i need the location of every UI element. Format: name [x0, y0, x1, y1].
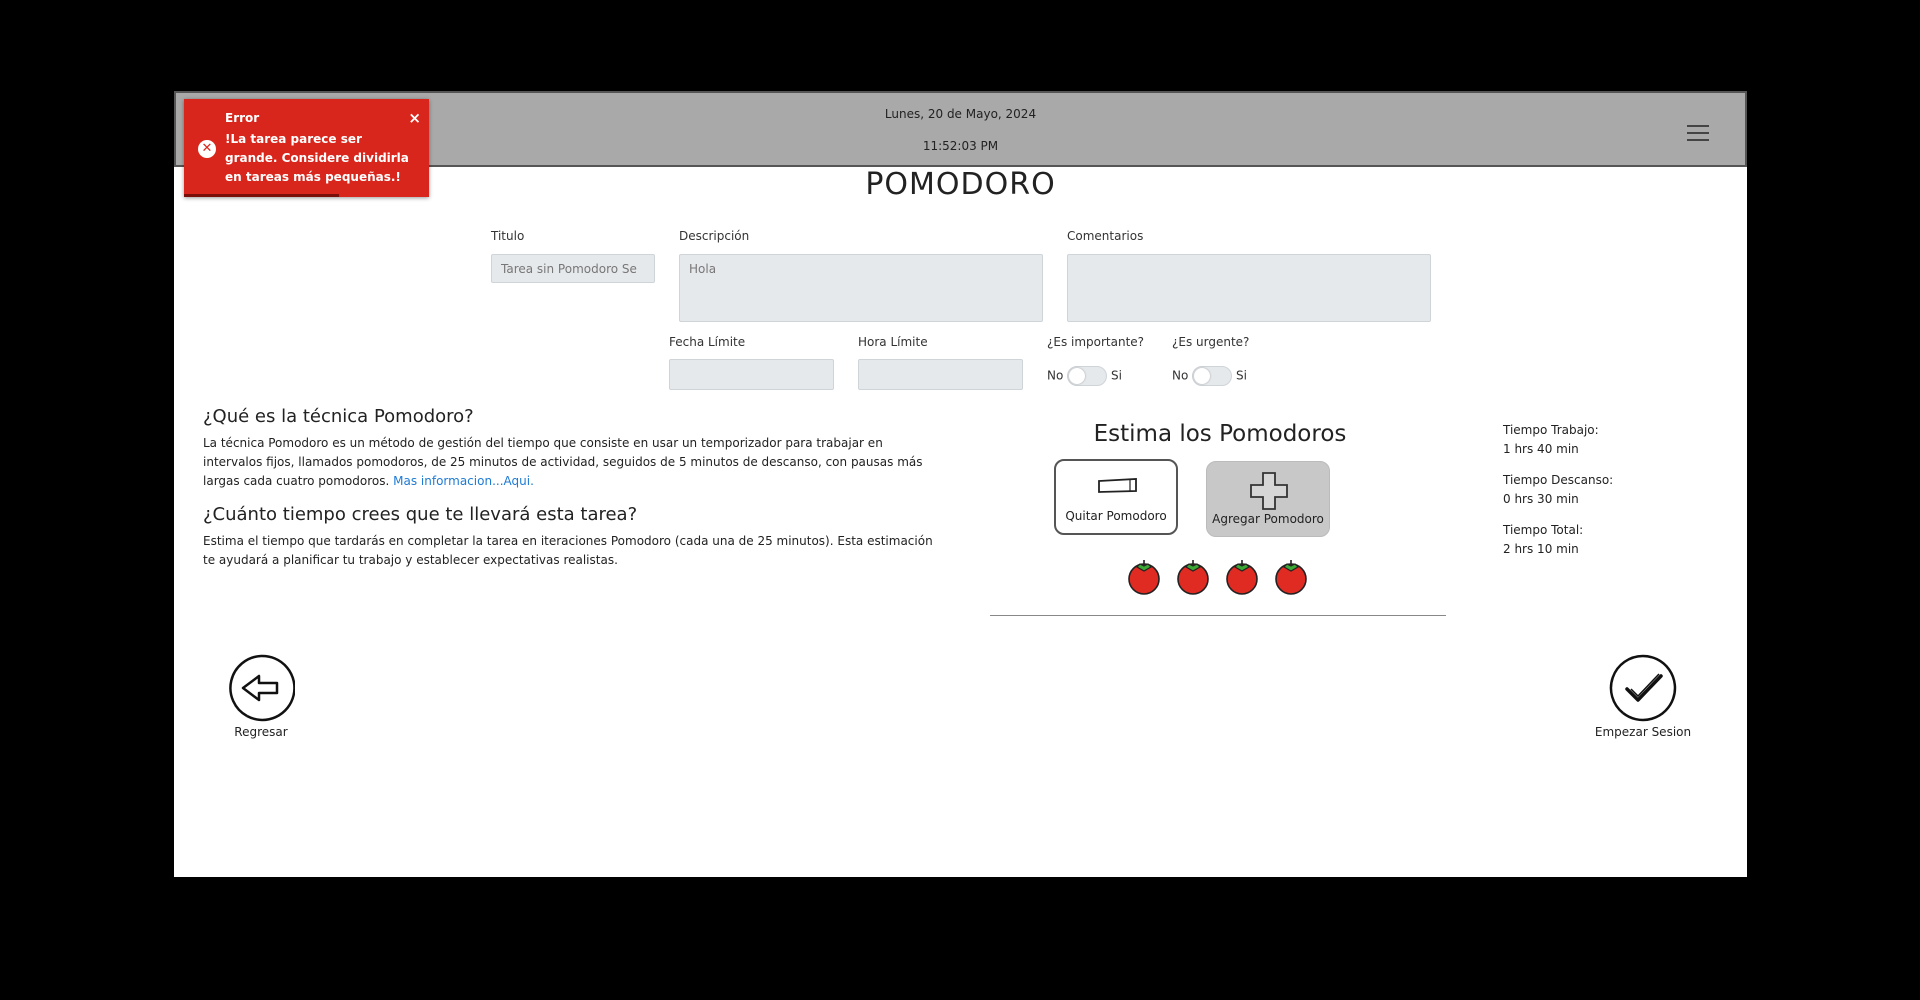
- importante-si-label: Si: [1110, 368, 1122, 383]
- tiempo-total-label: Tiempo Total:: [1503, 523, 1584, 537]
- pomodoro-description-text: La técnica Pomodoro es un método de gest…: [203, 436, 923, 488]
- hora-limite-label: Hora Límite: [858, 335, 928, 349]
- tiempo-trabajo-label: Tiempo Trabajo:: [1503, 423, 1599, 437]
- hamburger-icon[interactable]: [1687, 125, 1709, 141]
- hora-limite-input[interactable]: [858, 359, 1023, 390]
- check-circle-icon: [1609, 654, 1677, 722]
- plus-icon: [1250, 472, 1288, 510]
- heading-que-es: ¿Qué es la técnica Pomodoro?: [203, 406, 474, 427]
- tomato-icon: [1226, 560, 1258, 595]
- urgente-si-label: Si: [1235, 368, 1247, 383]
- urgente-no-label: No: [1172, 368, 1189, 383]
- toast-message: !La tarea parece ser grande. Considere d…: [225, 132, 409, 184]
- minus-icon: [1098, 478, 1137, 493]
- mas-informacion-link[interactable]: Mas informacion...Aqui.: [393, 474, 534, 488]
- importante-no-label: No: [1047, 368, 1064, 383]
- empezar-sesion-label: Empezar Sesion: [1594, 725, 1692, 739]
- quitar-pomodoro-label: Quitar Pomodoro: [1065, 509, 1167, 523]
- tomato-icon: [1275, 560, 1307, 595]
- tiempo-trabajo-value: 1 hrs 40 min: [1503, 442, 1579, 456]
- error-toast: ✕ Error !La tarea parece ser grande. Con…: [184, 99, 429, 197]
- estimate-title: Estima los Pomodoros: [1093, 421, 1347, 447]
- agregar-pomodoro-button[interactable]: Agregar Pomodoro: [1206, 461, 1330, 537]
- importante-toggle[interactable]: [1067, 366, 1108, 386]
- tiempo-trabajo: Tiempo Trabajo: 1 hrs 40 min: [1503, 421, 1599, 459]
- comentarios-textarea[interactable]: [1067, 254, 1431, 322]
- urgente-label: ¿Es urgente?: [1172, 335, 1250, 349]
- toast-progress-bar: [184, 194, 339, 197]
- fecha-limite-label: Fecha Límite: [669, 335, 746, 349]
- tiempo-descanso: Tiempo Descanso: 0 hrs 30 min: [1503, 471, 1613, 509]
- fecha-limite-input[interactable]: [669, 359, 834, 390]
- heading-cuanto-tiempo: ¿Cuánto tiempo crees que te llevará esta…: [203, 504, 638, 525]
- toast-title: Error: [225, 111, 260, 125]
- close-icon[interactable]: ×: [408, 109, 421, 127]
- estimate-description: Estima el tiempo que tardarás en complet…: [203, 534, 933, 567]
- tiempo-total: Tiempo Total: 2 hrs 10 min: [1503, 521, 1583, 559]
- regresar-label: Regresar: [234, 725, 288, 739]
- titulo-label: Titulo: [491, 229, 525, 243]
- back-arrow-icon: [229, 654, 296, 722]
- tomato-icon: [1177, 560, 1209, 595]
- empezar-sesion-button[interactable]: Empezar Sesion: [1588, 654, 1698, 739]
- urgente-toggle[interactable]: [1192, 366, 1233, 386]
- importante-toggle-group: No Si: [1047, 366, 1122, 386]
- pomodoro-description: La técnica Pomodoro es un método de gest…: [203, 434, 943, 491]
- quitar-pomodoro-button[interactable]: Quitar Pomodoro: [1054, 459, 1178, 535]
- app-window: Lunes, 20 de Mayo, 2024 11:52:03 PM ✕ Er…: [174, 91, 1747, 877]
- tiempo-descanso-label: Tiempo Descanso:: [1503, 473, 1614, 487]
- regresar-button[interactable]: Regresar: [226, 654, 296, 739]
- tiempo-descanso-value: 0 hrs 30 min: [1503, 492, 1579, 506]
- error-circle-icon: ✕: [198, 140, 216, 158]
- descripcion-label: Descripción: [679, 229, 750, 243]
- tomato-icon: [1128, 560, 1160, 595]
- tiempo-total-value: 2 hrs 10 min: [1503, 542, 1579, 556]
- agregar-pomodoro-label: Agregar Pomodoro: [1212, 512, 1324, 526]
- descripcion-textarea[interactable]: Hola: [679, 254, 1043, 322]
- comentarios-label: Comentarios: [1067, 229, 1144, 243]
- importante-label: ¿Es importante?: [1047, 335, 1145, 349]
- divider: [990, 615, 1446, 616]
- urgente-toggle-group: No Si: [1172, 366, 1247, 386]
- titulo-input[interactable]: [491, 254, 655, 283]
